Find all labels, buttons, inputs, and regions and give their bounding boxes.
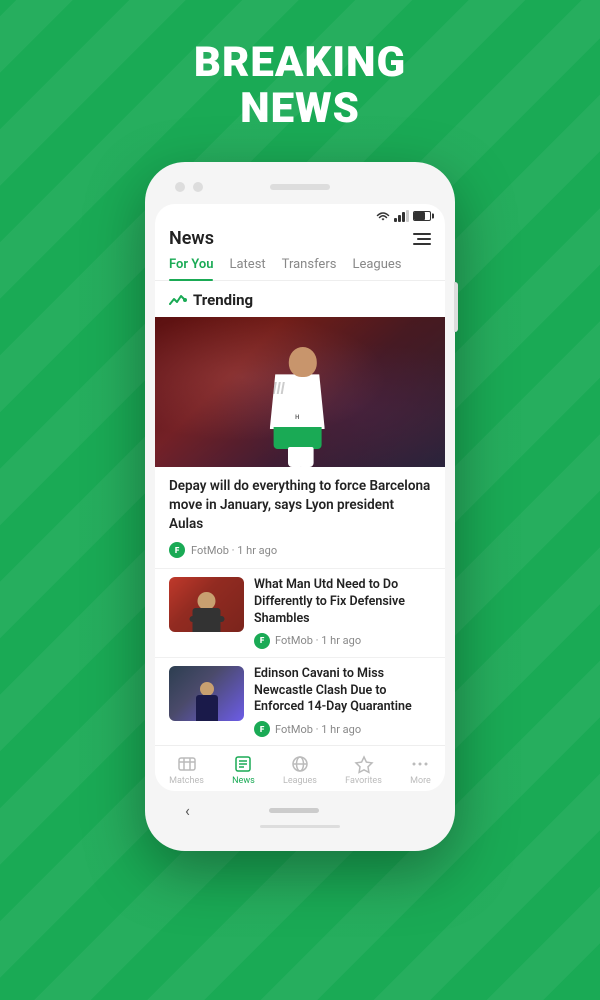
- phone-wrapper: News For You Latest Transfers: [145, 162, 455, 851]
- nav-leagues-label: Leagues: [283, 776, 317, 786]
- tab-transfers[interactable]: Transfers: [282, 257, 337, 280]
- news-icon: [233, 754, 253, 774]
- secondary-article-2-content: Edinson Cavani to Miss Newcastle Clash D…: [254, 666, 431, 738]
- tab-bar: For You Latest Transfers Leagues: [155, 257, 445, 281]
- secondary-meta-2: F FotMob · 1 hr ago: [254, 721, 431, 737]
- secondary-article-1[interactable]: What Man Utd Need to Do Differently to F…: [155, 568, 445, 657]
- scroll-indicator: [260, 825, 340, 828]
- phone-speaker: [270, 184, 330, 190]
- filter-button[interactable]: [413, 233, 431, 245]
- nav-news-label: News: [232, 776, 255, 786]
- phone-cameras: [175, 182, 203, 192]
- trending-title: Trending: [193, 291, 253, 309]
- breaking-line1: BREAKING: [194, 40, 406, 86]
- secondary-image-2: [169, 666, 244, 721]
- trending-icon: [169, 292, 187, 308]
- tab-latest[interactable]: Latest: [229, 257, 265, 280]
- fotmob-logo-main: F: [169, 542, 185, 558]
- fotmob-logo-2: F: [254, 633, 270, 649]
- secondary-headline-2: Edinson Cavani to Miss Newcastle Clash D…: [254, 666, 431, 717]
- home-indicator: [269, 808, 319, 813]
- player-figure: H: [155, 317, 445, 467]
- app-title: News: [169, 228, 214, 249]
- secondary-source-1: FotMob · 1 hr ago: [275, 634, 361, 647]
- phone-bottom-bar: ‹: [155, 791, 445, 825]
- phone-device: News For You Latest Transfers: [145, 162, 455, 851]
- tab-leagues[interactable]: Leagues: [352, 257, 401, 280]
- battery-icon: [413, 211, 431, 221]
- front-camera: [175, 182, 185, 192]
- nav-more-label: More: [410, 776, 431, 786]
- phone-side-button: [454, 282, 458, 332]
- nav-matches[interactable]: Matches: [169, 754, 204, 786]
- phone-top-bar: [155, 182, 445, 204]
- secondary-source-2: FotMob · 1 hr ago: [275, 723, 361, 736]
- front-sensor: [193, 182, 203, 192]
- nav-leagues[interactable]: Leagues: [283, 754, 317, 786]
- bottom-nav: Matches News: [155, 745, 445, 791]
- signal-bars-icon: [394, 210, 409, 222]
- app-header: News: [155, 224, 445, 257]
- secondary-image-1: [169, 577, 244, 632]
- main-article-headline: Depay will do everything to force Barcel…: [155, 467, 445, 538]
- wifi-icon: [376, 211, 390, 222]
- nav-matches-label: Matches: [169, 776, 204, 786]
- back-arrow[interactable]: ‹: [185, 801, 190, 820]
- main-article[interactable]: Depay will do everything to force Barcel…: [155, 467, 445, 568]
- breaking-line2: NEWS: [194, 86, 406, 132]
- status-icons: [376, 210, 431, 222]
- status-bar: [155, 204, 445, 224]
- tab-for-you[interactable]: For You: [169, 257, 213, 280]
- main-article-meta: F FotMob · 1 hr ago: [155, 538, 445, 568]
- nav-news[interactable]: News: [232, 754, 255, 786]
- trending-header: Trending: [155, 281, 445, 317]
- leagues-icon: [290, 754, 310, 774]
- secondary-headline-1: What Man Utd Need to Do Differently to F…: [254, 577, 431, 628]
- favorites-icon: [354, 754, 374, 774]
- more-icon: [410, 754, 430, 774]
- main-article-image[interactable]: H: [155, 317, 445, 467]
- phone-screen: News For You Latest Transfers: [155, 204, 445, 791]
- nav-favorites-label: Favorites: [345, 776, 382, 786]
- secondary-article-1-content: What Man Utd Need to Do Differently to F…: [254, 577, 431, 649]
- main-article-source: FotMob · 1 hr ago: [191, 544, 277, 557]
- secondary-meta-1: F FotMob · 1 hr ago: [254, 633, 431, 649]
- nav-favorites[interactable]: Favorites: [345, 754, 382, 786]
- matches-icon: [177, 754, 197, 774]
- fotmob-logo-3: F: [254, 721, 270, 737]
- nav-more[interactable]: More: [410, 754, 431, 786]
- page-header: BREAKING NEWS: [194, 40, 406, 132]
- secondary-article-2[interactable]: Edinson Cavani to Miss Newcastle Clash D…: [155, 657, 445, 746]
